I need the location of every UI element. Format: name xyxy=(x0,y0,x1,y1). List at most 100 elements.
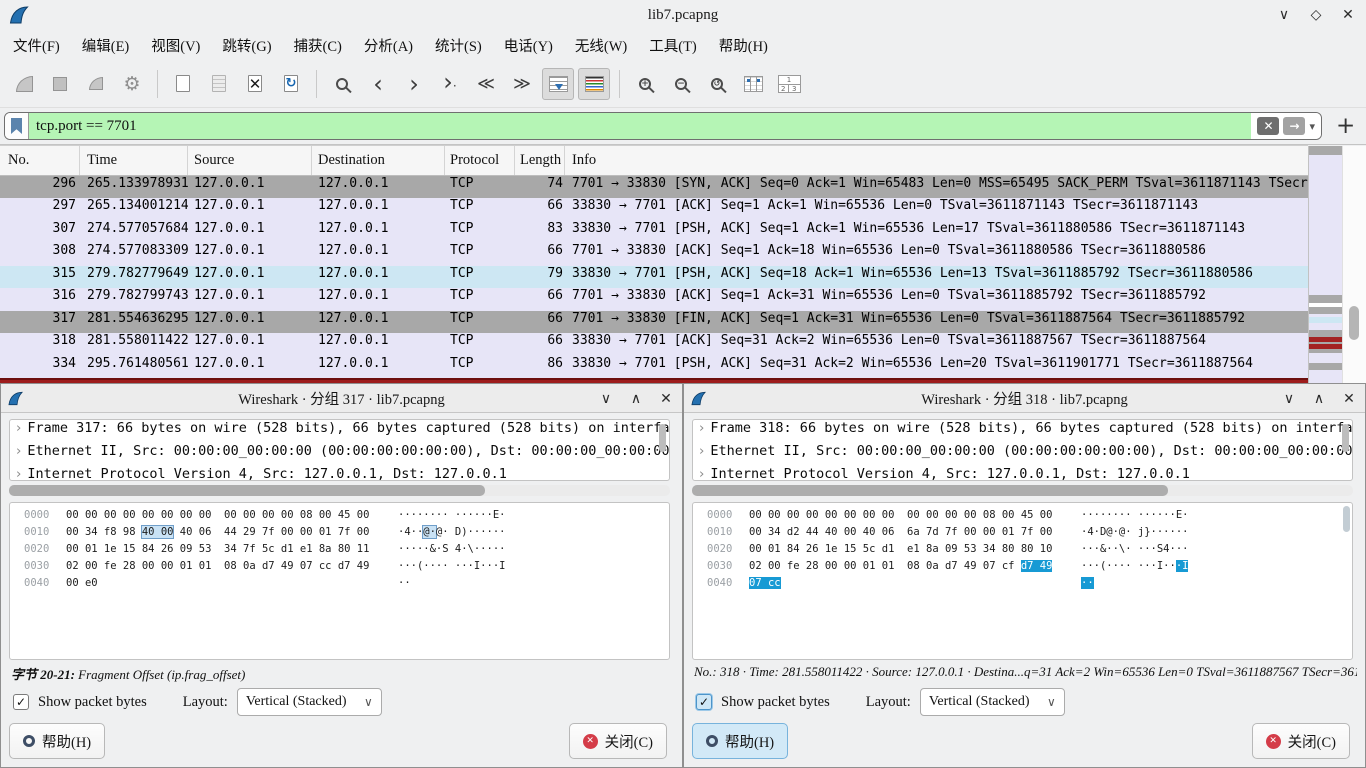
packet-list-header[interactable]: No.TimeSourceDestinationProtocolLengthIn… xyxy=(0,145,1308,176)
tree-row[interactable]: ›Internet Protocol Version 4, Src: 127.0… xyxy=(693,466,1352,481)
tree-horizontal-scrollbar-thumb[interactable] xyxy=(9,485,485,496)
expander-chevron-icon[interactable]: › xyxy=(16,443,21,459)
maximize-icon[interactable]: ∧ xyxy=(628,391,644,407)
stop-capture-icon[interactable] xyxy=(44,68,76,100)
display-filter-input[interactable]: tcp.port == 7701 xyxy=(29,113,1251,139)
open-file-icon[interactable] xyxy=(167,68,199,100)
menu-item[interactable]: 文件(F) xyxy=(2,31,71,60)
expander-chevron-icon[interactable]: › xyxy=(699,443,704,459)
packet-bytes-pane[interactable]: 000000 00 00 00 00 00 00 00 00 00 00 00 … xyxy=(9,502,670,660)
menu-item[interactable]: 帮助(H) xyxy=(708,31,779,60)
column-header[interactable]: Destination xyxy=(312,146,445,175)
menu-item[interactable]: 工具(T) xyxy=(638,31,708,60)
dialog-titlebar[interactable]: Wireshark · 分组 318 · lib7.pcapng ∨ ∧ ✕ xyxy=(684,384,1365,413)
close-icon[interactable]: ✕ xyxy=(658,391,674,407)
resize-columns-icon[interactable] xyxy=(737,68,769,100)
zoom-in-icon[interactable]: + xyxy=(629,68,661,100)
colorize-icon[interactable] xyxy=(578,68,610,100)
tree-row[interactable]: ›Frame 317: 66 bytes on wire (528 bits),… xyxy=(10,420,669,443)
packet-row[interactable]: 317281.554636295127.0.0.1127.0.0.1TCP667… xyxy=(0,311,1308,333)
layout-select[interactable]: Vertical (Stacked) ∨ xyxy=(237,688,382,716)
menu-item[interactable]: 统计(S) xyxy=(424,31,493,60)
maximize-icon[interactable]: ∧ xyxy=(1311,391,1327,407)
packet-list-scrollbar-thumb[interactable] xyxy=(1349,306,1359,340)
column-header[interactable]: Time xyxy=(80,146,188,175)
show-packet-bytes-checkbox[interactable]: ✓ xyxy=(13,694,29,710)
tree-horizontal-scrollbar-thumb[interactable] xyxy=(692,485,1168,496)
zoom-reset-icon[interactable]: ↺ xyxy=(701,68,733,100)
tree-vertical-scrollbar-thumb[interactable] xyxy=(1342,424,1349,452)
column-header[interactable]: Protocol xyxy=(445,146,515,175)
display-filter-bar[interactable]: tcp.port == 7701 ✕ → ▾ xyxy=(4,112,1322,140)
packet-row[interactable]: 296265.133978931127.0.0.1127.0.0.1TCP747… xyxy=(0,176,1308,198)
zoom-out-icon[interactable]: − xyxy=(665,68,697,100)
help-button[interactable]: 帮助(H) xyxy=(692,723,788,759)
menu-item[interactable]: 编辑(E) xyxy=(71,31,141,60)
packet-row[interactable]: 307274.577057684127.0.0.1127.0.0.1TCP833… xyxy=(0,221,1308,243)
save-file-icon[interactable] xyxy=(203,68,235,100)
find-packet-icon[interactable] xyxy=(326,68,358,100)
add-filter-button[interactable]: + xyxy=(1336,116,1355,136)
go-back-icon[interactable]: ‹ xyxy=(362,68,394,100)
packet-list-scrollbar-track[interactable] xyxy=(1342,146,1366,383)
packet-row[interactable]: 308274.577083309127.0.0.1127.0.0.1TCP667… xyxy=(0,243,1308,265)
packet-details-tree[interactable]: ›Frame 317: 66 bytes on wire (528 bits),… xyxy=(9,419,670,481)
menu-item[interactable]: 无线(W) xyxy=(564,31,638,60)
packet-row[interactable]: 334295.761480561127.0.0.1127.0.0.1TCP863… xyxy=(0,356,1308,378)
reload-file-icon[interactable]: ↻ xyxy=(275,68,307,100)
tree-row[interactable]: ›Frame 318: 66 bytes on wire (528 bits),… xyxy=(693,420,1352,443)
minimize-icon[interactable]: ∨ xyxy=(1281,391,1297,407)
go-forward-icon[interactable]: › xyxy=(398,68,430,100)
tree-row[interactable]: ›Internet Protocol Version 4, Src: 127.0… xyxy=(10,466,669,481)
packet-row[interactable]: 297265.134001214127.0.0.1127.0.0.1TCP663… xyxy=(0,198,1308,220)
close-file-icon[interactable]: ✕ xyxy=(239,68,271,100)
filter-bookmark-button[interactable] xyxy=(5,113,29,139)
packet-row[interactable]: 315279.782779649127.0.0.1127.0.0.1TCP793… xyxy=(0,266,1308,288)
maximize-icon[interactable]: ◇ xyxy=(1308,7,1324,23)
first-packet-icon[interactable]: ≪ xyxy=(470,68,502,100)
expander-chevron-icon[interactable]: › xyxy=(699,466,704,481)
tree-row[interactable]: ›Ethernet II, Src: 00:00:00_00:00:00 (00… xyxy=(693,443,1352,466)
column-header[interactable]: Length xyxy=(515,146,565,175)
close-icon[interactable]: ✕ xyxy=(1341,391,1357,407)
menu-item[interactable]: 捕获(C) xyxy=(283,31,353,60)
show-packet-bytes-checkbox[interactable]: ✓ xyxy=(696,694,712,710)
column-header[interactable]: Info xyxy=(565,146,1308,175)
start-capture-icon[interactable] xyxy=(8,68,40,100)
restart-capture-icon[interactable] xyxy=(80,68,112,100)
menu-item[interactable]: 分析(A) xyxy=(353,31,424,60)
menu-item[interactable]: 电话(Y) xyxy=(493,31,564,60)
hex-vertical-scrollbar-thumb[interactable] xyxy=(1343,506,1350,532)
menu-item[interactable]: 跳转(G) xyxy=(211,31,282,60)
apply-filter-button[interactable]: → xyxy=(1283,117,1305,135)
layout-select[interactable]: Vertical (Stacked) ∨ xyxy=(920,688,1065,716)
menu-item[interactable]: 视图(V) xyxy=(140,31,211,60)
capture-options-icon[interactable]: ⚙ xyxy=(116,68,148,100)
main-titlebar[interactable]: lib7.pcapng ∨ ◇ ✕ xyxy=(0,0,1366,30)
packet-list-minimap-scrollbar[interactable] xyxy=(1308,146,1342,383)
filter-dropdown-chevron-icon[interactable]: ▾ xyxy=(1309,120,1315,133)
expander-chevron-icon[interactable]: › xyxy=(699,420,704,436)
layout-chooser-icon[interactable]: 123 xyxy=(773,68,805,100)
expander-chevron-icon[interactable]: › xyxy=(16,420,21,436)
dialog-titlebar[interactable]: Wireshark · 分组 317 · lib7.pcapng ∨ ∧ ✕ xyxy=(1,384,682,413)
column-header[interactable]: No. xyxy=(0,146,80,175)
column-header[interactable]: Source xyxy=(188,146,312,175)
tree-horizontal-scrollbar[interactable] xyxy=(692,485,1353,496)
packet-details-tree[interactable]: ›Frame 318: 66 bytes on wire (528 bits),… xyxy=(692,419,1353,481)
packet-bytes-pane[interactable]: 000000 00 00 00 00 00 00 00 00 00 00 00 … xyxy=(692,502,1353,660)
close-icon[interactable]: ✕ xyxy=(1340,7,1356,23)
clear-filter-button[interactable]: ✕ xyxy=(1257,117,1279,135)
expander-chevron-icon[interactable]: › xyxy=(16,466,21,481)
auto-scroll-icon[interactable] xyxy=(542,68,574,100)
packet-row[interactable]: 318281.558011422127.0.0.1127.0.0.1TCP663… xyxy=(0,333,1308,355)
close-button[interactable]: ✕ 关闭(C) xyxy=(569,723,667,759)
go-to-packet-icon[interactable]: ›· xyxy=(434,68,466,100)
tree-row[interactable]: ›Ethernet II, Src: 00:00:00_00:00:00 (00… xyxy=(10,443,669,466)
minimize-icon[interactable]: ∨ xyxy=(598,391,614,407)
help-button[interactable]: 帮助(H) xyxy=(9,723,105,759)
minimize-icon[interactable]: ∨ xyxy=(1276,7,1292,23)
tree-vertical-scrollbar-thumb[interactable] xyxy=(659,424,666,452)
close-button[interactable]: ✕ 关闭(C) xyxy=(1252,723,1350,759)
last-packet-icon[interactable]: ≫ xyxy=(506,68,538,100)
